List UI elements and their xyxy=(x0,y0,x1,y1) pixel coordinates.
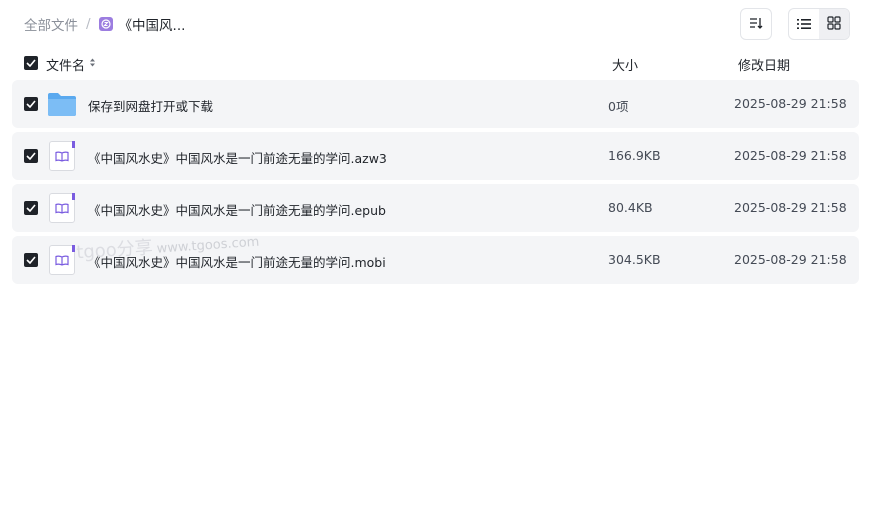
sort-arrows-icon xyxy=(89,57,96,72)
row-checkbox[interactable] xyxy=(24,97,38,111)
file-name[interactable]: 《中国风水史》中国风水是一门前途无量的学问.azw3 xyxy=(88,148,387,167)
grid-view-button[interactable] xyxy=(819,9,849,39)
file-size: 80.4KB xyxy=(608,200,653,215)
breadcrumb: 全部文件 / 《中国风... xyxy=(24,14,185,34)
file-date: 2025-08-29 21:58 xyxy=(734,252,847,267)
row-checkbox[interactable] xyxy=(24,149,38,163)
ebook-icon xyxy=(47,245,77,275)
sort-button[interactable] xyxy=(740,8,772,40)
file-row-epub[interactable]: 《中国风水史》中国风水是一门前途无量的学问.epub 80.4KB 2025-0… xyxy=(12,184,859,232)
file-row-azw3[interactable]: 《中国风水史》中国风水是一门前途无量的学问.azw3 166.9KB 2025-… xyxy=(12,132,859,180)
sort-descending-icon xyxy=(749,15,763,34)
list-view-icon xyxy=(797,15,811,34)
file-name[interactable]: 《中国风水史》中国风水是一门前途无量的学问.epub xyxy=(88,200,386,219)
file-size: 304.5KB xyxy=(608,252,661,267)
select-all-checkbox[interactable] xyxy=(24,56,38,70)
ebook-folder-icon xyxy=(98,17,113,31)
top-bar: 全部文件 / 《中国风... xyxy=(0,0,874,50)
column-name-header[interactable]: 文件名 xyxy=(46,55,96,74)
folder-icon xyxy=(47,89,77,119)
watermark-cn: 分享 xyxy=(116,237,154,261)
watermark-brand: tgoo xyxy=(75,239,118,264)
ebook-icon xyxy=(47,193,77,223)
row-checkbox[interactable] xyxy=(24,253,38,267)
row-checkbox[interactable] xyxy=(24,201,38,215)
table-header: 文件名 大小 修改日期 xyxy=(24,54,854,74)
file-date: 2025-08-29 21:58 xyxy=(734,96,847,111)
list-view-button[interactable] xyxy=(789,9,819,39)
column-size-header[interactable]: 大小 xyxy=(612,55,638,74)
file-date: 2025-08-29 21:58 xyxy=(734,148,847,163)
file-size: 166.9KB xyxy=(608,148,661,163)
file-size: 0项 xyxy=(608,99,629,114)
column-name-label: 文件名 xyxy=(46,59,86,74)
ebook-icon xyxy=(47,141,77,171)
breadcrumb-current: 《中国风... xyxy=(118,18,186,34)
file-row-folder[interactable]: 保存到网盘打开或下载 0项 2025-08-29 21:58 xyxy=(12,80,859,128)
view-toggle xyxy=(788,8,850,40)
breadcrumb-separator: / xyxy=(86,16,91,32)
breadcrumb-root[interactable]: 全部文件 xyxy=(24,14,78,34)
grid-view-icon xyxy=(827,15,841,34)
file-name[interactable]: 保存到网盘打开或下载 xyxy=(88,96,213,115)
file-date: 2025-08-29 21:58 xyxy=(734,200,847,215)
column-date-header[interactable]: 修改日期 xyxy=(738,55,790,74)
